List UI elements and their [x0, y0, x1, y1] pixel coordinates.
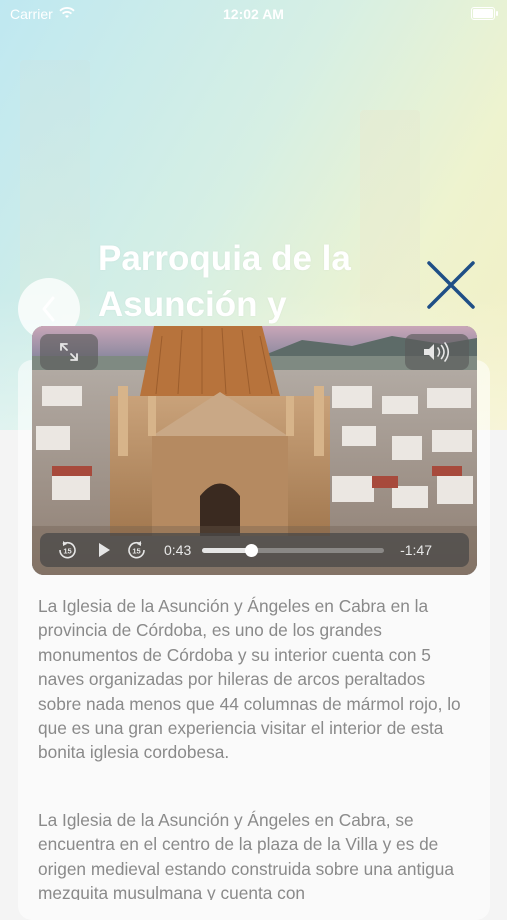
playback-controls: 15 15 0:43 -1:47: [40, 533, 469, 567]
progress-fill: [202, 548, 252, 553]
volume-icon: [424, 342, 450, 362]
description-paragraph-2: La Iglesia de la Asunción y Ángeles en C…: [38, 810, 454, 900]
skip-forward-button[interactable]: 15: [126, 533, 148, 567]
battery-icon: [471, 7, 498, 20]
skip-back-button[interactable]: 15: [56, 533, 78, 567]
play-button[interactable]: [92, 533, 116, 567]
close-x-icon: [427, 261, 475, 309]
close-button[interactable]: [424, 258, 478, 312]
remaining-time: -1:47: [400, 542, 432, 558]
skip-back-label: 15: [63, 546, 71, 555]
progress-slider[interactable]: [202, 544, 384, 557]
status-bar: Carrier 12:02 AM: [0, 0, 507, 28]
expand-button[interactable]: [40, 334, 98, 370]
skip-back-15-icon: 15: [59, 541, 76, 559]
video-player[interactable]: 15 15 0:43 -1:47: [32, 326, 477, 575]
volume-button[interactable]: [405, 334, 469, 370]
progress-thumb[interactable]: [245, 544, 259, 557]
chevron-left-icon: [42, 296, 55, 322]
skip-forward-15-icon: 15: [128, 541, 145, 559]
description-paragraph-1: La Iglesia de la Asunción y Ángeles en C…: [38, 596, 461, 763]
current-time: 0:43: [164, 542, 192, 558]
skip-forward-label: 15: [132, 546, 140, 555]
expand-icon: [60, 343, 78, 361]
play-icon: [99, 543, 110, 557]
status-time: 12:02 AM: [223, 6, 284, 22]
